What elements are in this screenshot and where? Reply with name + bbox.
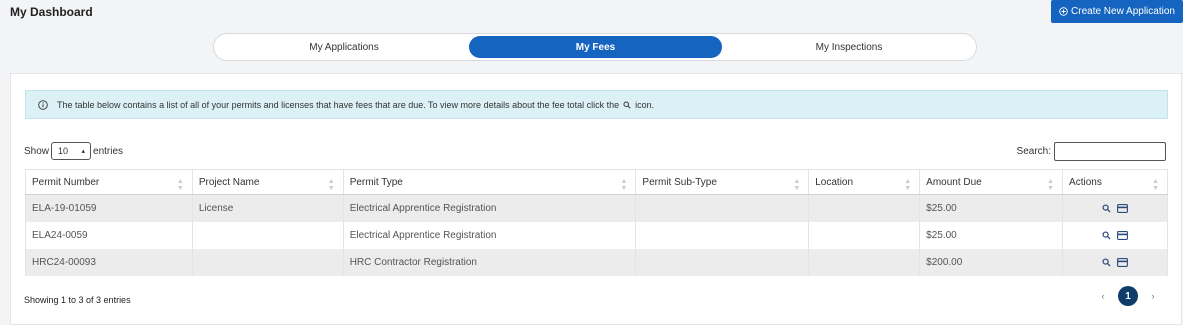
- entries-label: entries: [93, 145, 124, 157]
- show-label: Show: [24, 145, 50, 157]
- sort-icon: ▲︎ ▼︎: [620, 178, 628, 192]
- view-details-search-icon[interactable]: [1102, 257, 1111, 267]
- cell-project-name: [191, 248, 344, 276]
- column-header-permit-type[interactable]: Permit Type ▲︎ ▼︎: [342, 169, 637, 195]
- page-title: My Dashboard: [10, 5, 93, 19]
- plus-circle-icon: [1059, 7, 1068, 16]
- search-input[interactable]: [1054, 142, 1166, 161]
- fees-table: Permit Number ▲︎ ▼︎ Project Name ▲︎ ▼︎ Permi…: [25, 169, 1168, 276]
- cell-amount-due: $200.00: [919, 248, 1064, 276]
- cell-permit-sub-type: [635, 194, 810, 222]
- cell-permit-type: Electrical Apprentice Registration: [342, 194, 637, 222]
- cell-permit-number: ELA-19-01059: [25, 194, 193, 222]
- cell-amount-due: $25.00: [919, 194, 1064, 222]
- next-page-button[interactable]: ›: [1146, 287, 1160, 305]
- cell-actions: [1062, 221, 1168, 249]
- updown-arrow-icon: ▴︎: [81, 148, 86, 155]
- column-header-permit-sub-type[interactable]: Permit Sub-Type ▲︎ ▼︎: [635, 169, 810, 195]
- create-new-application-button[interactable]: Create New Application: [1051, 0, 1183, 23]
- view-details-search-icon[interactable]: [1102, 230, 1111, 240]
- table-header-row: Permit Number ▲︎ ▼︎ Project Name ▲︎ ▼︎ Permi…: [25, 169, 1168, 195]
- fees-card: The table below contains a list of all o…: [10, 73, 1182, 325]
- cell-permit-sub-type: [635, 221, 810, 249]
- pay-credit-card-icon[interactable]: [1117, 230, 1128, 240]
- previous-page-button[interactable]: ‹: [1096, 287, 1110, 305]
- cell-location: [808, 194, 921, 222]
- cell-permit-number: ELA24-0059: [25, 221, 193, 249]
- column-header-amount-due[interactable]: Amount Due ▲︎ ▼︎: [919, 169, 1064, 195]
- tab-my-applications[interactable]: My Applications: [216, 36, 472, 58]
- page-1-button[interactable]: 1: [1118, 286, 1138, 306]
- table-row: ELA-19-01059 License Electrical Apprenti…: [25, 194, 1168, 222]
- info-text-before: The table below contains a list of all o…: [57, 99, 620, 110]
- tab-my-fees[interactable]: My Fees: [469, 36, 722, 58]
- cell-project-name: [191, 221, 344, 249]
- info-alert: The table below contains a list of all o…: [25, 90, 1168, 119]
- table-search: Search:: [1017, 142, 1166, 161]
- info-text-after: icon.: [635, 99, 655, 110]
- cell-permit-number: HRC24-00093: [25, 248, 193, 276]
- cell-permit-type: Electrical Apprentice Registration: [342, 221, 637, 249]
- cell-location: [808, 248, 921, 276]
- column-header-actions[interactable]: Actions ▲︎ ▼︎: [1062, 169, 1168, 195]
- table-row: ELA24-0059 Electrical Apprentice Registr…: [25, 221, 1168, 249]
- table-info: Showing 1 to 3 of 3 entries: [24, 295, 131, 305]
- cell-amount-due: $25.00: [919, 221, 1064, 249]
- cell-project-name: License: [191, 194, 344, 222]
- info-icon: [38, 99, 48, 110]
- tab-my-inspections[interactable]: My Inspections: [722, 36, 976, 58]
- sort-icon: ▲︎ ▼︎: [793, 178, 801, 192]
- view-details-search-icon[interactable]: [1102, 204, 1111, 213]
- cell-location: [808, 221, 921, 249]
- sort-icon: ▲︎ ▼︎: [176, 178, 184, 192]
- search-icon: [623, 100, 631, 109]
- table-row: HRC24-00093 HRC Contractor Registration …: [25, 248, 1168, 276]
- create-button-label: Create New Application: [1071, 6, 1175, 17]
- search-label: Search:: [1016, 146, 1051, 157]
- pay-credit-card-icon[interactable]: [1117, 203, 1128, 213]
- sort-icon: ▲︎ ▼︎: [904, 178, 912, 192]
- page-length-control: Show 10 ▴︎ entries: [24, 142, 123, 160]
- cell-actions: [1062, 248, 1168, 276]
- column-header-project-name[interactable]: Project Name ▲︎ ▼︎: [191, 169, 344, 195]
- sort-icon: ▲︎ ▼︎: [1152, 178, 1159, 192]
- pay-credit-card-icon[interactable]: [1117, 257, 1128, 267]
- sort-icon: ▲︎ ▼︎: [1047, 178, 1055, 192]
- pagination: ‹ 1 ›: [1096, 286, 1160, 306]
- sort-icon: ▲︎ ▼︎: [327, 178, 335, 192]
- column-header-location[interactable]: Location ▲︎ ▼︎: [808, 169, 921, 195]
- dashboard-tabs: My Applications My Fees My Inspections: [213, 33, 977, 61]
- cell-permit-type: HRC Contractor Registration: [342, 248, 637, 276]
- column-header-permit-number[interactable]: Permit Number ▲︎ ▼︎: [25, 169, 193, 195]
- page-length-value: 10: [58, 146, 69, 156]
- page-length-select[interactable]: 10 ▴︎: [51, 142, 92, 160]
- cell-permit-sub-type: [635, 248, 810, 276]
- cell-actions: [1062, 194, 1168, 222]
